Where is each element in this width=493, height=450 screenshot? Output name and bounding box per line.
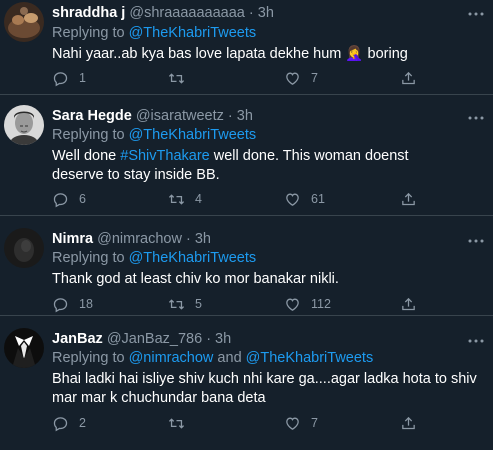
user-handle[interactable]: @isaratweetz <box>136 108 224 124</box>
retweet-icon <box>168 191 185 208</box>
tweet-text: Bhai ladki hai isliye shiv kuch nhi kare… <box>52 370 477 408</box>
user-handle[interactable]: @JanBaz_786 <box>107 331 202 347</box>
tweet[interactable]: JanBaz @JanBaz_786 · 3h Replying to @nim… <box>0 316 493 450</box>
replying-to-label: Replying to <box>52 25 129 41</box>
tweet-actions: 18 5 112 <box>0 294 493 314</box>
replying-to: Replying to @nimrachow and @TheKhabriTwe… <box>52 350 373 366</box>
heart-icon <box>284 415 301 432</box>
share-icon <box>400 296 417 313</box>
tweet-header: Nimra @nimrachow · 3h <box>52 230 211 248</box>
reply-icon <box>52 415 69 432</box>
replying-to-label: Replying to <box>52 250 129 266</box>
retweet-button[interactable]: 5 <box>168 294 202 314</box>
mention-link[interactable]: @TheKhabriTweets <box>129 25 257 41</box>
like-button[interactable]: 112 <box>284 294 331 314</box>
reply-button[interactable]: 18 <box>52 294 93 314</box>
tweet-text: Well done #ShivThakare well done. This w… <box>52 147 462 185</box>
display-name[interactable]: Nimra <box>52 231 93 247</box>
more-icon[interactable] <box>467 333 485 347</box>
tweet[interactable]: shraddha j @shraaaaaaaaaa · 3h Replying … <box>0 0 493 95</box>
like-count: 7 <box>311 416 318 430</box>
reply-button[interactable]: 1 <box>52 68 86 88</box>
retweet-icon <box>168 415 185 432</box>
like-count: 112 <box>311 297 331 311</box>
reply-count: 18 <box>79 297 93 311</box>
share-button[interactable] <box>400 189 417 209</box>
display-name[interactable]: JanBaz <box>52 331 103 347</box>
tweet-text-suffix: boring <box>363 46 408 62</box>
like-button[interactable]: 7 <box>284 68 318 88</box>
reply-button[interactable]: 2 <box>52 413 86 433</box>
tweet-header: shraddha j @shraaaaaaaaaa · 3h <box>52 4 274 22</box>
heart-icon <box>284 191 301 208</box>
reply-button[interactable]: 6 <box>52 189 86 209</box>
avatar[interactable] <box>4 328 44 368</box>
share-button[interactable] <box>400 68 417 88</box>
user-handle[interactable]: @nimrachow <box>97 231 182 247</box>
avatar[interactable] <box>4 2 44 42</box>
reply-icon <box>52 191 69 208</box>
retweet-button[interactable] <box>168 68 195 88</box>
tweet-text-content: Nahi yaar..ab kya bas love lapata dekhe … <box>52 46 342 62</box>
reply-count: 6 <box>79 192 86 206</box>
mention-link[interactable]: @TheKhabriTweets <box>246 350 374 366</box>
like-count: 61 <box>311 192 325 206</box>
reply-count: 1 <box>79 71 86 85</box>
tweet[interactable]: Nimra @nimrachow · 3h Replying to @TheKh… <box>0 216 493 316</box>
display-name[interactable]: Sara Hegde <box>52 108 132 124</box>
timestamp[interactable]: · 3h <box>186 231 211 247</box>
more-icon[interactable] <box>467 233 485 247</box>
tweet-header: Sara Hegde @isaratweetz · 3h <box>52 107 253 125</box>
tweet-header: JanBaz @JanBaz_786 · 3h <box>52 330 231 348</box>
display-name[interactable]: shraddha j <box>52 5 125 21</box>
tweet-text: Thank god at least chiv ko mor banakar n… <box>52 270 472 289</box>
share-button[interactable] <box>400 294 417 314</box>
replying-to-label: Replying to <box>52 350 129 366</box>
replying-to-label: Replying to <box>52 127 129 143</box>
avatar[interactable] <box>4 228 44 268</box>
like-count: 7 <box>311 71 318 85</box>
retweet-button[interactable] <box>168 413 195 433</box>
share-icon <box>400 70 417 87</box>
mention-link[interactable]: @TheKhabriTweets <box>129 250 257 266</box>
tweet-text: Nahi yaar..ab kya bas love lapata dekhe … <box>52 45 472 64</box>
tweet[interactable]: Sara Hegde @isaratweetz · 3h Replying to… <box>0 95 493 216</box>
tweet-actions: 1 7 <box>0 68 493 88</box>
replying-to: Replying to @TheKhabriTweets <box>52 127 256 143</box>
share-button[interactable] <box>400 413 417 433</box>
avatar[interactable] <box>4 105 44 145</box>
timestamp[interactable]: · 3h <box>249 5 274 21</box>
like-button[interactable]: 61 <box>284 189 325 209</box>
facepalm-emoji: 🤦‍♀️ <box>345 46 364 62</box>
reply-icon <box>52 296 69 313</box>
tweet-text-content: Bhai ladki hai isliye shiv kuch nhi kare… <box>52 371 477 406</box>
replying-to: Replying to @TheKhabriTweets <box>52 250 256 266</box>
reply-icon <box>52 70 69 87</box>
retweet-count: 4 <box>195 192 202 206</box>
retweet-icon <box>168 296 185 313</box>
timestamp[interactable]: · 3h <box>206 331 231 347</box>
like-button[interactable]: 7 <box>284 413 318 433</box>
more-icon[interactable] <box>467 110 485 124</box>
tweet-text-content: Thank god at least chiv ko mor banakar n… <box>52 271 339 287</box>
mention-link[interactable]: @nimrachow <box>129 350 214 366</box>
more-icon[interactable] <box>467 6 485 20</box>
share-icon <box>400 191 417 208</box>
mention-link[interactable]: @TheKhabriTweets <box>129 127 257 143</box>
share-icon <box>400 415 417 432</box>
tweet-actions: 2 7 <box>0 413 493 433</box>
heart-icon <box>284 70 301 87</box>
tweet-text-prefix: Well done <box>52 148 121 164</box>
user-handle[interactable]: @shraaaaaaaaaa <box>129 5 245 21</box>
retweet-count: 5 <box>195 297 202 311</box>
replying-to-and: and <box>213 350 246 366</box>
hashtag-link[interactable]: #ShivThakare <box>120 148 209 164</box>
timestamp[interactable]: · 3h <box>228 108 253 124</box>
heart-icon <box>284 296 301 313</box>
tweet-actions: 6 4 61 <box>0 189 493 209</box>
reply-count: 2 <box>79 416 86 430</box>
replying-to: Replying to @TheKhabriTweets <box>52 25 256 41</box>
retweet-icon <box>168 70 185 87</box>
retweet-button[interactable]: 4 <box>168 189 202 209</box>
